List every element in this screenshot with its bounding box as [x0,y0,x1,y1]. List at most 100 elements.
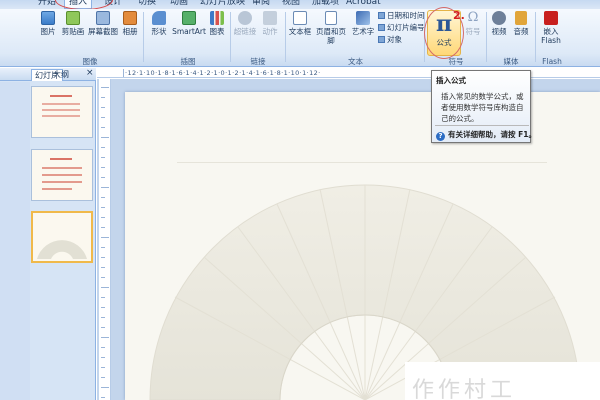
object-icon [378,36,385,43]
tab-outline[interactable]: 大纲 [53,69,69,80]
ruler-tick [101,357,105,358]
ruler-tick [101,87,109,88]
object-button[interactable]: 对象 [378,35,402,45]
header-footer-button[interactable]: 页眉和页脚 [313,11,349,45]
clipart-icon [66,11,80,25]
ruler-tick [101,397,105,398]
symbol-button[interactable]: Ω 符号 [462,11,484,37]
tab-animations[interactable]: 动画 [170,0,188,8]
slide-number-strip [0,82,30,400]
wordart-button[interactable]: 艺术字 [350,11,376,36]
separator [143,12,144,62]
insert-flash-button[interactable]: 嵌入 Flash [538,11,564,45]
screenshot-button[interactable]: 屏幕截图 [88,11,118,36]
ruler-tick [101,117,105,118]
textbox-button[interactable]: 文本框 [288,11,312,36]
tab-slideshow[interactable]: 幻灯片放映 [200,0,245,8]
ruler-scale: ·12·1·10·1·8·1·6·1·4·1·2·1·0·1·2·1·4·1·6… [125,69,321,77]
chart-icon [210,11,224,25]
album-button[interactable]: 相册 [119,11,141,36]
hyperlink-button[interactable]: 超链接 [233,11,257,36]
group-illustrations-label: 插图 [180,57,196,66]
ruler-tick [101,277,105,278]
symbol-label: 符号 [465,27,481,36]
action-label: 动作 [262,27,278,36]
ruler-tick [101,287,109,288]
ruler-tick [101,207,105,208]
fan-thumbnail-image [37,240,87,259]
slide-thumbnail-2[interactable] [31,149,93,201]
separator [230,12,231,62]
smartart-label: SmartArt [172,27,206,36]
slide-thumbnail-1[interactable] [31,86,93,138]
slides-panel: 幻灯片 大纲 × [0,68,96,400]
audio-button[interactable]: 音频 [511,11,531,36]
ruler-tick [101,367,105,368]
hyperlink-label: 超链接 [233,27,257,36]
audio-label: 音频 [513,27,529,36]
video-button[interactable]: 视频 [489,11,509,36]
slide-number-button[interactable]: 幻灯片编号 [378,23,425,33]
ruler-tick [101,327,105,328]
insert-flash-label: 嵌入 Flash [541,27,561,45]
clipart-label: 剪贴画 [61,27,85,36]
slide-number-label: 幻灯片编号 [387,23,425,32]
tab-acrobat[interactable]: Acrobat [346,0,381,8]
textbox-icon [293,11,307,25]
wordart-icon [356,11,370,25]
ruler-tick [101,147,105,148]
group-links-label: 链接 [250,57,266,66]
tooltip-help-text: 有关详细帮助，请按 F1。 [448,130,536,139]
ruler-tick [101,127,105,128]
screenshot-label: 屏幕截图 [88,27,118,36]
tooltip-help: ? 有关详细帮助，请按 F1。 [436,129,536,141]
action-button[interactable]: 动作 [259,11,281,36]
ruler-tick [101,297,105,298]
smartart-icon [182,11,196,25]
clipart-button[interactable]: 剪贴画 [60,11,86,36]
calendar-icon [378,12,385,19]
group-flash-label: Flash [542,57,562,66]
object-label: 对象 [387,35,402,44]
smartart-button[interactable]: SmartArt [172,11,206,36]
tab-view[interactable]: 视图 [282,0,300,8]
ruler-tick [101,237,109,238]
slide-thumbnail-3[interactable] [31,211,93,263]
tooltip-title: 插入公式 [436,76,466,85]
group-text-label: 文本 [348,57,363,66]
tab-addins[interactable]: 加载项 [312,0,339,8]
datetime-label: 日期和时间 [387,11,425,20]
wordart-label: 艺术字 [351,27,375,36]
globe-icon [238,11,252,25]
ruler-tick [101,267,105,268]
ruler-tick [101,107,105,108]
watermark: 作作村工 [412,378,517,400]
star-icon [263,11,277,25]
formula-tooltip: 插入公式 插入常见的数学公式，或者使用数学符号库构造自己的公式。 ? 有关详细帮助… [431,70,536,143]
ruler-tick [101,317,105,318]
chart-button[interactable]: 图表 [207,11,227,36]
group-media-label: 媒体 [503,57,519,66]
tab-transitions[interactable]: 切换 [138,0,156,8]
vertical-ruler [99,79,111,400]
flash-icon [544,11,558,25]
ruler-tick [101,217,105,218]
close-icon[interactable]: × [86,68,94,78]
album-label: 相册 [122,27,138,36]
header-footer-label: 页眉和页脚 [316,27,346,45]
tab-review[interactable]: 审阅 [252,0,270,8]
tooltip-description: 插入常见的数学公式，或者使用数学符号库构造自己的公式。 [441,92,524,123]
tooltip-divider [435,125,529,126]
shapes-button[interactable]: 形状 [148,11,170,36]
tab-home[interactable]: 开始 [38,0,56,8]
ruler-tick [101,337,109,338]
header-footer-icon [325,11,337,25]
ruler-tick [101,97,105,98]
group-image-label: 图像 [82,57,98,66]
ruler-tick [101,247,105,248]
hash-icon [378,24,385,31]
picture-button[interactable]: 图片 [38,11,58,36]
ribbon: 图片 剪贴画 屏幕截图 相册 图像 形状 SmartArt 图表 插图 超链接 … [0,7,600,67]
shapes-label: 形状 [151,27,167,36]
datetime-button[interactable]: 日期和时间 [378,11,425,21]
